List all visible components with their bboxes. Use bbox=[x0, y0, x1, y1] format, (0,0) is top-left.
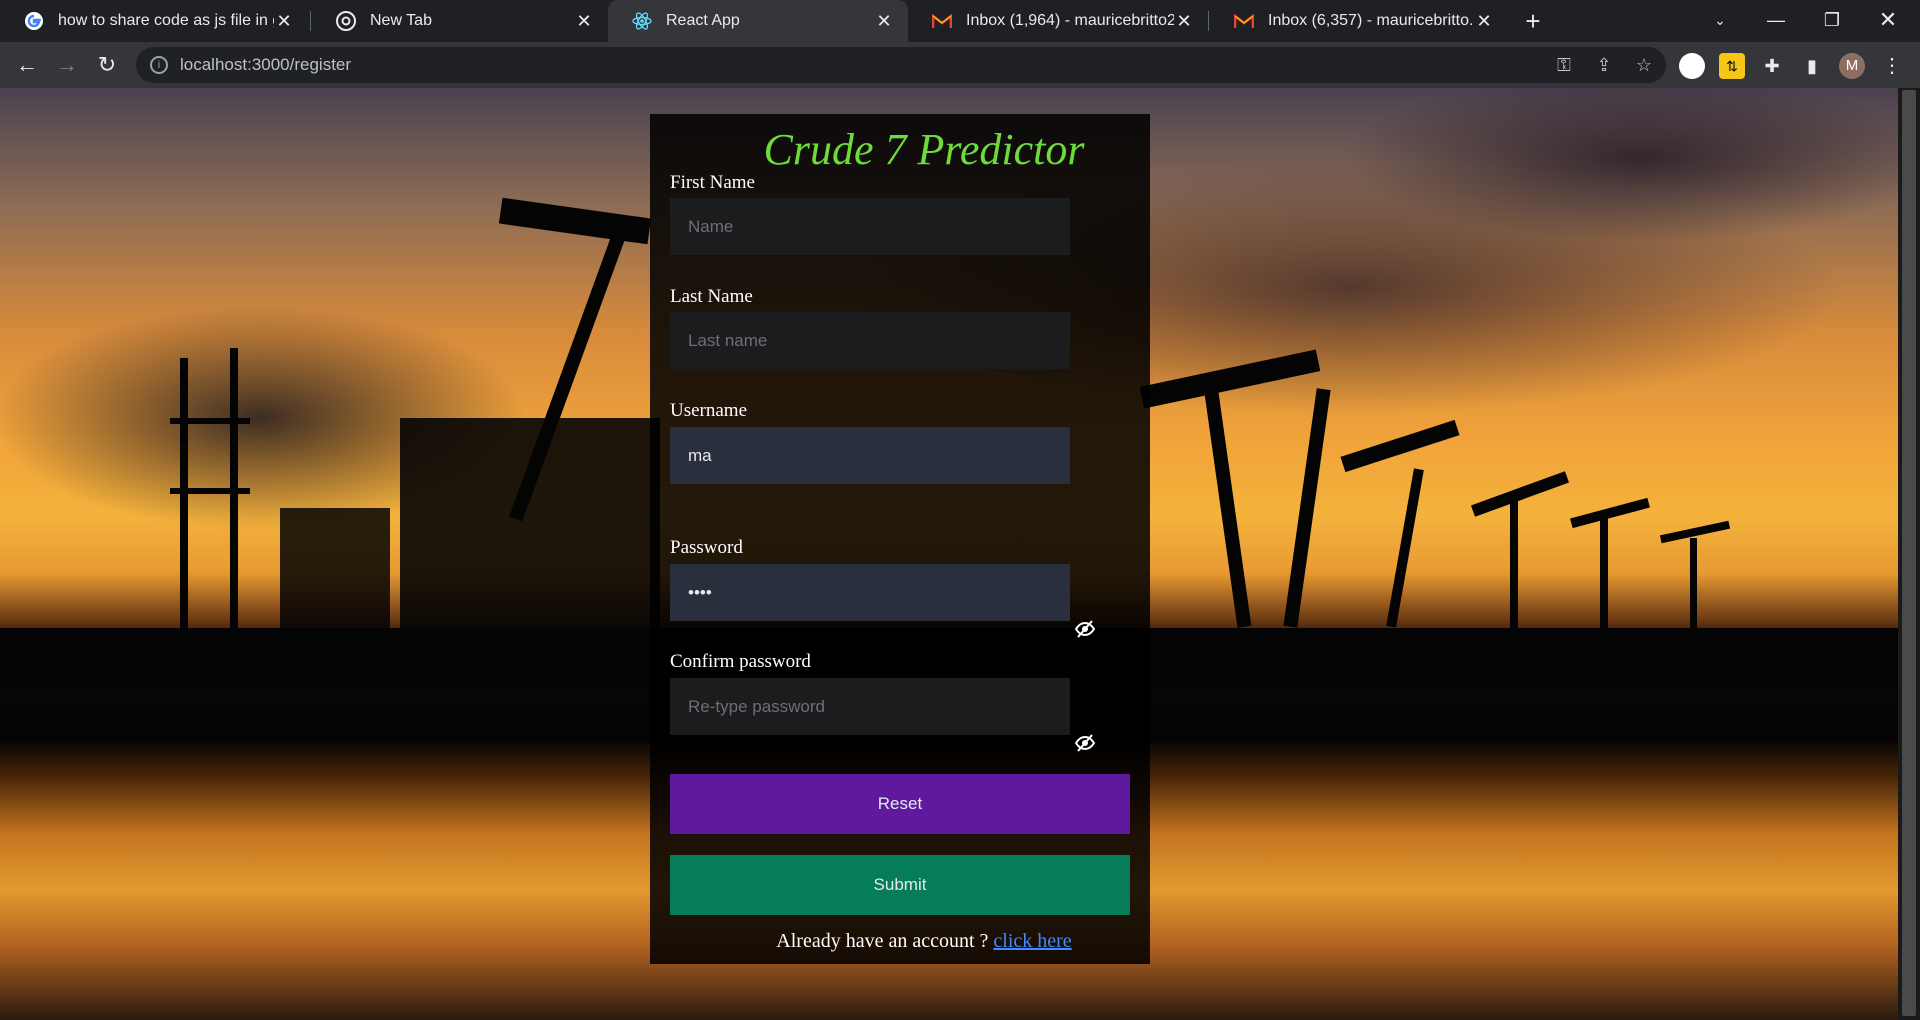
eye-slash-icon[interactable] bbox=[1074, 618, 1096, 640]
extension-icon[interactable] bbox=[1679, 53, 1705, 79]
confirm-password-label: Confirm password bbox=[670, 651, 811, 672]
share-icon[interactable]: ⇪ bbox=[1592, 53, 1616, 77]
reload-button[interactable]: ↻ bbox=[92, 50, 122, 80]
last-name-input[interactable] bbox=[670, 312, 1070, 369]
side-panel-icon[interactable]: ▮ bbox=[1799, 53, 1825, 79]
back-button[interactable]: ← bbox=[12, 50, 42, 80]
chrome-icon bbox=[336, 11, 356, 31]
tab-gmail-1[interactable]: Inbox (1,964) - mauricebritto23@ ✕ bbox=[908, 0, 1208, 42]
window-close-button[interactable]: ✕ bbox=[1860, 0, 1916, 42]
username-input[interactable] bbox=[670, 427, 1070, 484]
page-background: Crude 7 Predictor First Name Last Name U… bbox=[0, 88, 1898, 1020]
bookmark-star-icon[interactable]: ☆ bbox=[1632, 53, 1656, 77]
tab-title: Inbox (6,357) - mauricebritto.22c bbox=[1268, 12, 1474, 29]
brand-title: Crude 7 Predictor bbox=[763, 125, 1085, 174]
tab-search-chevron-icon[interactable]: ⌄ bbox=[1692, 0, 1748, 42]
forward-button[interactable]: → bbox=[52, 50, 82, 80]
extension-arrows-icon[interactable]: ⇅ bbox=[1719, 53, 1745, 79]
scrollbar-thumb[interactable] bbox=[1902, 90, 1916, 1016]
address-bar[interactable]: i localhost:3000/register ⚿ ⇪ ☆ bbox=[136, 47, 1666, 83]
tab-divider bbox=[1208, 11, 1209, 31]
google-icon bbox=[24, 11, 44, 31]
eye-slash-icon[interactable] bbox=[1074, 732, 1096, 754]
password-label: Password bbox=[670, 537, 743, 558]
close-icon[interactable]: ✕ bbox=[1474, 11, 1494, 32]
gmail-icon bbox=[932, 11, 952, 31]
tab-title: Inbox (1,964) - mauricebritto23@ bbox=[966, 12, 1174, 29]
tab-title: how to share code as js file in gm bbox=[58, 12, 274, 29]
menu-dots-icon[interactable]: ⋮ bbox=[1879, 53, 1905, 79]
last-name-label: Last Name bbox=[670, 286, 753, 307]
gmail-icon bbox=[1234, 11, 1254, 31]
tab-title: React App bbox=[666, 12, 740, 29]
password-input[interactable] bbox=[670, 564, 1070, 621]
react-icon bbox=[632, 11, 652, 31]
minimize-button[interactable]: — bbox=[1748, 0, 1804, 42]
first-name-label: First Name bbox=[670, 172, 755, 193]
tab-new-tab[interactable]: New Tab ✕ bbox=[312, 0, 608, 42]
puzzle-icon[interactable]: ✚ bbox=[1759, 53, 1785, 79]
tab-title: New Tab bbox=[370, 12, 432, 29]
confirm-password-input[interactable] bbox=[670, 678, 1070, 735]
login-link[interactable]: click here bbox=[993, 930, 1071, 952]
login-prompt-text: Already have an account ? bbox=[776, 930, 989, 952]
close-icon[interactable]: ✕ bbox=[274, 11, 294, 32]
restore-button[interactable]: ❐ bbox=[1804, 0, 1860, 42]
username-label: Username bbox=[670, 400, 748, 421]
tab-divider bbox=[310, 11, 311, 31]
new-tab-button[interactable]: + bbox=[1518, 6, 1548, 36]
tab-react-app[interactable]: React App ✕ bbox=[608, 0, 908, 42]
tab-bar: how to share code as js file in gm ✕ New… bbox=[0, 0, 1920, 42]
close-icon[interactable]: ✕ bbox=[874, 11, 894, 32]
register-card: Crude 7 Predictor First Name Last Name U… bbox=[650, 114, 1150, 964]
close-icon[interactable]: ✕ bbox=[574, 11, 594, 32]
close-icon[interactable]: ✕ bbox=[1174, 11, 1194, 32]
address-url: localhost:3000/register bbox=[180, 55, 352, 74]
avatar[interactable]: M bbox=[1839, 53, 1865, 79]
reset-button[interactable]: Reset bbox=[670, 774, 1130, 834]
tab-google-search[interactable]: how to share code as js file in gm ✕ bbox=[0, 0, 308, 42]
login-prompt: Already have an account ? click here bbox=[650, 930, 1150, 953]
tab-gmail-2[interactable]: Inbox (6,357) - mauricebritto.22c ✕ bbox=[1210, 0, 1508, 42]
site-info-icon[interactable]: i bbox=[150, 56, 168, 74]
submit-button[interactable]: Submit bbox=[670, 855, 1130, 915]
browser-toolbar: ← → ↻ i localhost:3000/register ⚿ ⇪ ☆ ⇅ … bbox=[0, 42, 1920, 88]
scrollbar[interactable] bbox=[1898, 88, 1920, 1020]
key-icon[interactable]: ⚿ bbox=[1552, 53, 1576, 77]
first-name-input[interactable] bbox=[670, 198, 1070, 255]
